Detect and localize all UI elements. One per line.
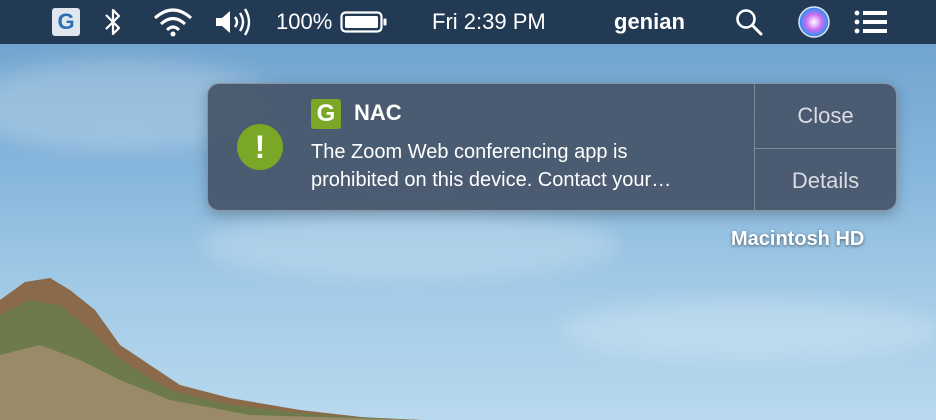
wallpaper-cloud	[560, 300, 936, 360]
wifi-menu-extra[interactable]	[152, 0, 194, 44]
wallpaper-mountains	[0, 278, 420, 420]
notification-center-button[interactable]	[854, 0, 888, 44]
notification-message-line: prohibited on this device. Contact your…	[311, 169, 672, 191]
exclamation-icon: !	[237, 124, 283, 170]
volume-menu-extra[interactable]	[214, 0, 256, 44]
bluetooth-icon	[105, 8, 121, 36]
wifi-icon	[154, 8, 192, 37]
notification-message: The Zoom Web conferencing app is prohibi…	[311, 138, 747, 194]
notification-message-line: The Zoom Web conferencing app is	[311, 141, 628, 163]
menu-bar: G 100% Fri 2:39 PM genian	[0, 0, 936, 44]
genian-g-icon: G	[52, 8, 80, 36]
details-button[interactable]: Details	[755, 148, 896, 210]
siri-icon	[798, 6, 830, 38]
siri-button[interactable]	[798, 0, 830, 44]
battery-icon	[340, 11, 387, 33]
nac-app-icon: G	[311, 99, 341, 129]
bluetooth-menu-extra[interactable]	[102, 0, 124, 44]
clock: Fri 2:39 PM	[432, 9, 546, 34]
volume-icon	[216, 8, 251, 36]
genian-menu-extra[interactable]: G	[52, 0, 80, 44]
spotlight-button[interactable]	[734, 0, 764, 44]
search-icon	[736, 9, 763, 36]
clock-menu-extra[interactable]: Fri 2:39 PM	[432, 0, 546, 44]
notification-actions: Close Details	[754, 84, 896, 210]
user-name: genian	[614, 9, 685, 34]
user-menu[interactable]: genian	[614, 0, 685, 44]
macintosh-hd-label[interactable]: Macintosh HD	[731, 228, 864, 251]
battery-menu-extra[interactable]: 100%	[276, 0, 388, 44]
list-icon	[854, 10, 887, 34]
battery-percent: 100%	[276, 9, 333, 34]
notification-banner[interactable]: ! G NAC The Zoom Web conferencing app is…	[207, 83, 897, 211]
notification-title: NAC	[354, 100, 402, 125]
close-button[interactable]: Close	[755, 84, 896, 148]
